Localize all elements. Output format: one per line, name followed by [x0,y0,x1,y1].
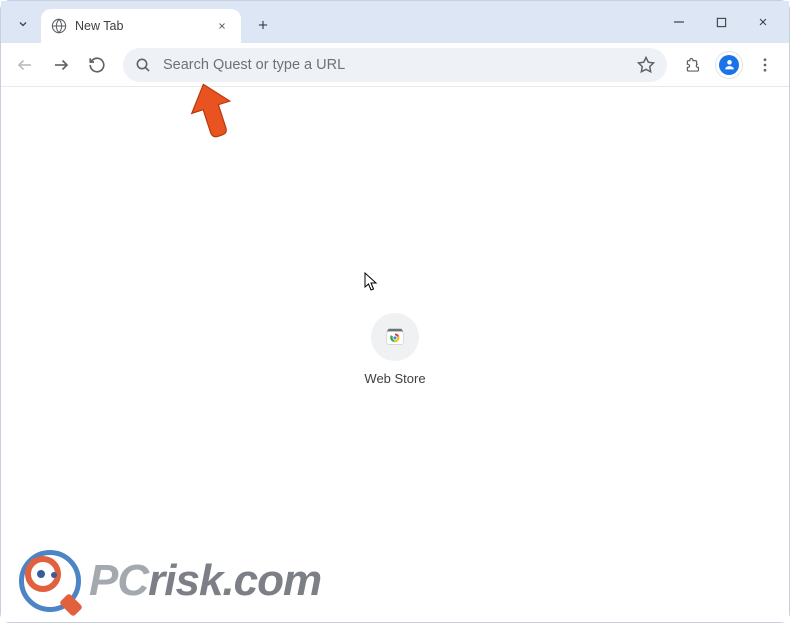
reload-icon [88,56,106,74]
tab-close-button[interactable] [213,17,231,35]
reload-button[interactable] [81,49,113,81]
tab-title: New Tab [75,19,213,33]
back-button[interactable] [9,49,41,81]
avatar-icon [719,55,739,75]
browser-tab[interactable]: New Tab [41,9,241,43]
bookmark-button[interactable] [637,56,655,74]
titlebar: New Tab [1,1,789,43]
maximize-icon [716,17,727,28]
watermark-risk: risk.com [148,556,321,605]
new-tab-content: Web Store PCrisk.com [1,87,789,622]
watermark-text: PCrisk.com [89,556,321,606]
maximize-button[interactable] [701,7,741,37]
menu-button[interactable] [749,49,781,81]
arrow-right-icon [52,56,70,74]
tab-search-dropdown[interactable] [9,9,37,39]
webstore-icon [371,313,419,361]
minimize-button[interactable] [659,7,699,37]
shortcuts-grid: Web Store [340,313,450,386]
shortcut-label: Web Store [364,371,425,386]
toolbar-right [677,49,781,81]
address-bar-input[interactable] [163,57,637,73]
omnibox[interactable] [123,48,667,82]
close-icon [217,21,227,31]
forward-button[interactable] [45,49,77,81]
globe-icon [51,18,67,34]
plus-icon [256,18,270,32]
extensions-button[interactable] [677,49,709,81]
close-window-button[interactable] [743,7,783,37]
window-controls [659,1,783,43]
puzzle-icon [684,56,702,74]
star-icon [637,56,655,74]
close-icon [757,16,769,28]
watermark: PCrisk.com [19,550,321,612]
new-tab-button[interactable] [249,11,277,39]
toolbar [1,43,789,87]
mouse-cursor-icon [364,272,379,297]
arrow-left-icon [16,56,34,74]
kebab-icon [756,56,774,74]
watermark-pc: PC [89,556,148,605]
shortcut-webstore[interactable]: Web Store [340,313,450,386]
watermark-logo-icon [19,550,81,612]
minimize-icon [673,16,685,28]
search-icon [135,57,151,73]
chevron-down-icon [17,18,29,30]
profile-button[interactable] [715,51,743,79]
